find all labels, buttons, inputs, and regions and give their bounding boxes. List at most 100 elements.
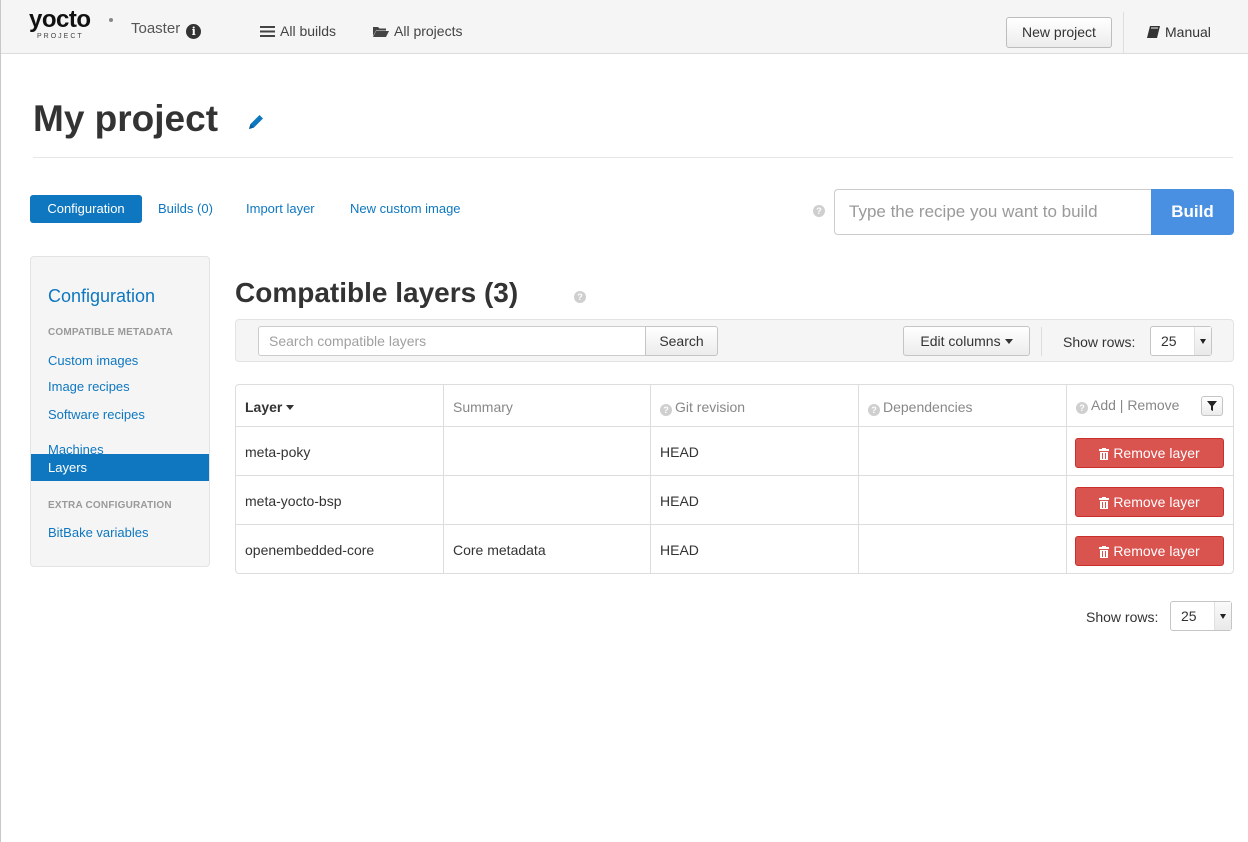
remove-layer-button[interactable]: Remove layer [1075, 487, 1224, 517]
app-name: Toaster i [131, 20, 202, 39]
tab-new-custom-image[interactable]: New custom image [350, 201, 461, 217]
show-rows-value: 25 [1161, 333, 1177, 349]
cell-dependencies [859, 427, 1067, 475]
remove-layer-label: Remove layer [1113, 494, 1200, 510]
title-divider [33, 157, 1233, 158]
sidebar-heading[interactable]: Configuration [48, 286, 155, 306]
search-button[interactable]: Search [645, 326, 718, 356]
sidebar-item-software-recipes[interactable]: Software recipes [48, 407, 145, 423]
cell-git-revision: HEAD [651, 476, 859, 524]
edit-pencil-icon[interactable] [246, 112, 266, 132]
layer-name[interactable]: meta-poky [245, 444, 310, 460]
bottom-show-rows-label: Show rows: [1086, 609, 1159, 625]
logo-wordmark: yocto [29, 6, 91, 33]
cell-layer: meta-poky [236, 427, 444, 475]
column-header-summary-label: Summary [453, 399, 513, 415]
cell-layer: meta-yocto-bsp [236, 476, 444, 524]
trash-icon [1099, 539, 1110, 567]
remove-layer-button[interactable]: Remove layer [1075, 438, 1224, 468]
config-sidebar: Configuration COMPATIBLE METADATA Custom… [30, 256, 210, 567]
remove-layer-button[interactable]: Remove layer [1075, 536, 1224, 566]
book-icon [1147, 25, 1160, 41]
cell-git-revision: HEAD [651, 427, 859, 475]
nav-all-builds-label: All builds [280, 23, 337, 39]
remove-layer-label: Remove layer [1113, 543, 1200, 559]
new-project-button[interactable]: New project [1006, 17, 1112, 48]
cell-dependencies [859, 525, 1067, 573]
sidebar-section-compatible: COMPATIBLE METADATA [48, 327, 174, 338]
layer-name[interactable]: meta-yocto-bsp [245, 493, 341, 509]
info-icon[interactable]: i [186, 24, 202, 39]
filter-icon [1207, 401, 1217, 411]
table-toolbar: Search Edit columns Show rows: 25 [235, 319, 1234, 362]
build-button[interactable]: Build [1151, 189, 1234, 235]
show-rows-label: Show rows: [1063, 334, 1136, 350]
cell-layer: openembedded-core [236, 525, 444, 573]
sidebar-section-extra: EXTRA CONFIGURATION [48, 500, 172, 511]
column-header-dependencies-label: ? Dependencies [868, 399, 973, 416]
cell-dependencies [859, 476, 1067, 524]
sidebar-item-custom-images[interactable]: Custom images [48, 353, 138, 369]
select-arrow-icon [1194, 327, 1211, 355]
bottom-show-rows-value: 25 [1181, 608, 1197, 624]
layer-summary: Core metadata [453, 542, 546, 558]
git-revision-help-icon[interactable]: ? [660, 404, 672, 416]
bottom-show-rows-select[interactable]: 25 [1170, 601, 1232, 631]
column-header-layer-label: Layer [245, 399, 295, 415]
build-help-icon[interactable]: ? [813, 205, 825, 217]
trash-icon [1099, 490, 1110, 518]
layers-help-icon[interactable]: ? [574, 291, 586, 303]
remove-layer-label: Remove layer [1113, 445, 1200, 461]
tab-builds[interactable]: Builds (0) [158, 201, 213, 217]
table-header-row: Layer Summary ? Git revision ? Dependencie… [236, 385, 1233, 427]
table-row: openembedded-core Core metadata HEAD Rem… [236, 525, 1233, 573]
filter-button[interactable] [1201, 396, 1223, 416]
column-header-dependencies-text: Dependencies [883, 399, 973, 415]
sidebar-item-machines[interactable]: Machines [48, 442, 104, 458]
yocto-logo[interactable]: yocto PROJECT [29, 6, 113, 48]
compatible-layers-title: Compatible layers (3) [235, 277, 519, 308]
manual-link[interactable]: Manual [1147, 24, 1211, 41]
edit-columns-button[interactable]: Edit columns [903, 326, 1030, 356]
layer-name[interactable]: openembedded-core [245, 542, 374, 558]
show-rows-select[interactable]: 25 [1150, 326, 1212, 356]
column-header-layer[interactable]: Layer [236, 385, 444, 426]
toolbar-divider [1041, 327, 1042, 356]
cell-action: Remove layer [1067, 427, 1233, 475]
tab-import-layer[interactable]: Import layer [246, 201, 315, 217]
manual-label: Manual [1165, 24, 1211, 40]
edit-columns-label: Edit columns [920, 333, 1001, 349]
sort-caret-icon [286, 405, 295, 410]
nav-all-builds[interactable]: All builds [260, 23, 336, 40]
cell-summary: Core metadata [444, 525, 651, 573]
app-name-label: Toaster [131, 20, 181, 37]
build-recipe-input[interactable] [834, 189, 1152, 235]
search-input[interactable] [258, 326, 647, 356]
trash-icon [1099, 441, 1110, 469]
cell-action: Remove layer [1067, 525, 1233, 573]
nav-all-projects[interactable]: All projects [373, 23, 462, 40]
cell-action: Remove layer [1067, 476, 1233, 524]
table-row: meta-yocto-bsp HEAD Remove layer [236, 476, 1233, 525]
folder-open-icon [373, 24, 389, 40]
tab-configuration[interactable]: Configuration [30, 195, 142, 223]
select-arrow-icon [1214, 602, 1231, 630]
column-header-add-remove-text: Add | Remove [1091, 397, 1180, 413]
add-remove-help-icon[interactable]: ? [1076, 402, 1088, 414]
column-header-add-remove-label: ? Add | Remove [1076, 397, 1179, 414]
column-header-git-revision: ? Git revision [651, 385, 859, 426]
layer-git-revision: HEAD [660, 542, 699, 558]
dependencies-help-icon[interactable]: ? [868, 404, 880, 416]
layer-git-revision: HEAD [660, 444, 699, 460]
nav-all-projects-label: All projects [394, 23, 463, 39]
sidebar-item-image-recipes[interactable]: Image recipes [48, 379, 130, 395]
column-header-git-revision-label: ? Git revision [660, 399, 745, 416]
cell-summary [444, 476, 651, 524]
column-header-git-revision-text: Git revision [675, 399, 746, 415]
column-header-layer-text: Layer [245, 399, 283, 415]
column-header-summary: Summary [444, 385, 651, 426]
cell-summary [444, 427, 651, 475]
sidebar-item-bitbake-variables[interactable]: BitBake variables [48, 525, 148, 541]
logo-dot-icon [109, 18, 113, 22]
sidebar-item-layers[interactable]: Machines Layers [31, 442, 209, 481]
